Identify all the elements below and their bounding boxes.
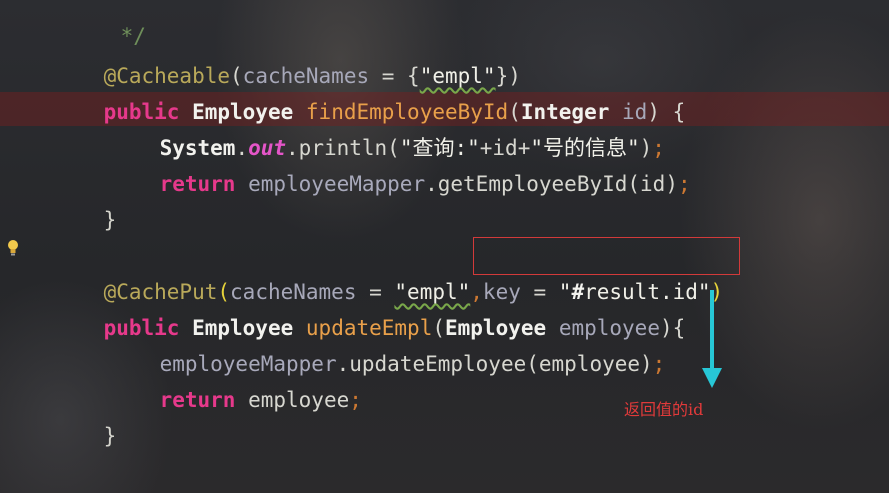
code-line-find-signature: public Employee findEmployeeById(Integer… [103, 100, 686, 124]
code-line-return-employee: return employee; [159, 388, 362, 412]
code-line-cacheable: @Cacheable(cacheNames = {"empl"}) [103, 64, 521, 88]
code-line-close-brace-1: } [103, 208, 117, 232]
down-arrow-icon [702, 290, 722, 388]
code-line-comment-end: */ [120, 24, 146, 48]
annotation-note: 返回值的id [624, 400, 704, 419]
key-expression-highlight-box [473, 237, 740, 275]
code-line-close-brace-2: } [103, 424, 117, 448]
code-line-update-signature: public Employee updateEmpl(Employee empl… [103, 316, 686, 340]
lightbulb-icon[interactable] [6, 239, 20, 257]
code-editor[interactable]: */ @Cacheable(cacheNames = {"empl"}) pub… [0, 0, 889, 493]
code-line-return-find: return employeeMapper.getEmployeeById(id… [159, 172, 691, 196]
code-line-update-call: employeeMapper.updateEmployee(employee); [159, 352, 666, 376]
code-line-println: System.out.println("查询:"+id+"号的信息"); [159, 136, 665, 160]
